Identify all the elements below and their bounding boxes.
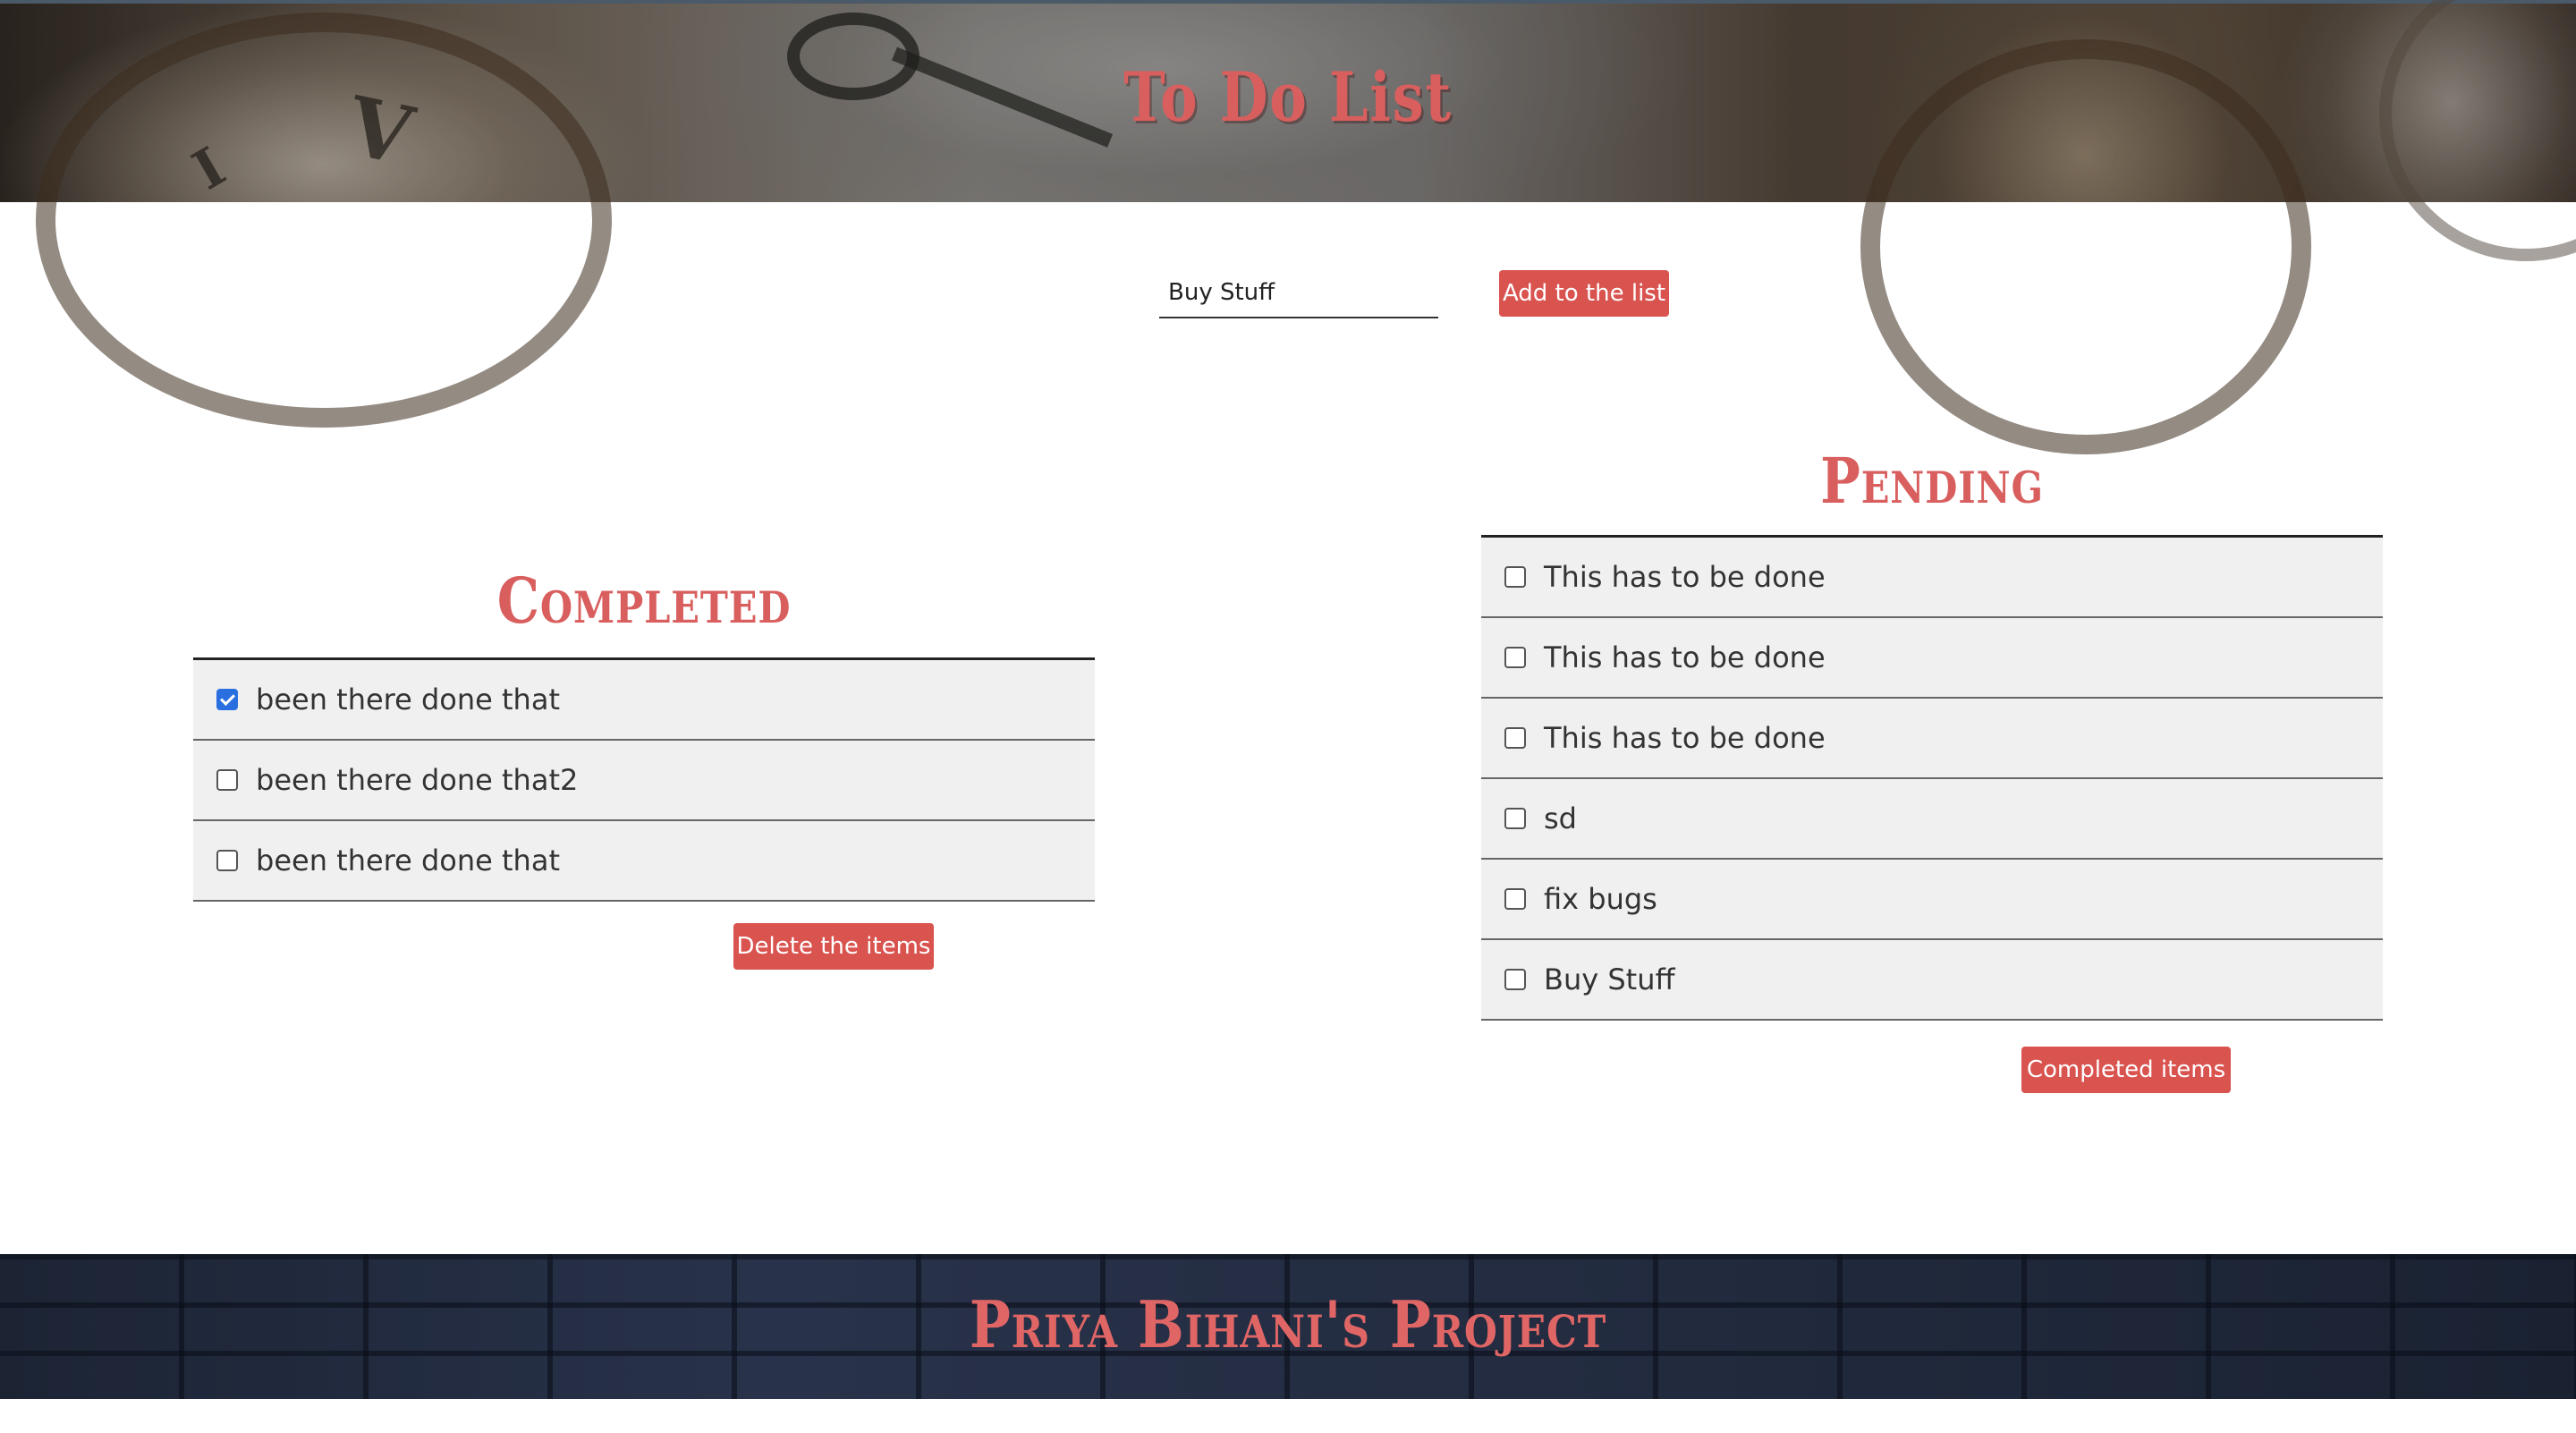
delete-items-button[interactable]: Delete the items [733, 923, 934, 970]
footer-credit: Priya Bihani's Project [969, 1286, 1607, 1362]
clock-image [2379, 0, 2576, 261]
item-label: sd [1544, 801, 1577, 835]
completed-list-item[interactable]: been there done that [193, 821, 1095, 902]
completed-heading: Completed [496, 564, 792, 638]
item-checkbox[interactable] [1504, 888, 1526, 910]
item-label: fix bugs [1544, 882, 1657, 916]
pending-heading: Pending [1820, 444, 2044, 518]
item-label: This has to be done [1544, 560, 1826, 594]
pending-list-item[interactable]: This has to be done [1481, 538, 2383, 618]
item-checkbox[interactable] [1504, 647, 1526, 668]
item-checkbox[interactable] [216, 850, 238, 871]
item-label: been there done that2 [256, 763, 579, 797]
item-checkbox[interactable] [1504, 969, 1526, 990]
completed-items-button[interactable]: Completed items [2021, 1047, 2231, 1093]
item-checkbox[interactable] [1504, 566, 1526, 588]
completed-list-item[interactable]: been there done that2 [193, 741, 1095, 821]
page-title: To Do List [1123, 57, 1453, 137]
new-item-input[interactable] [1159, 268, 1438, 318]
completed-list: been there done that been there done tha… [193, 657, 1095, 902]
item-checkbox[interactable] [216, 689, 238, 710]
pending-list-item[interactable]: fix bugs [1481, 860, 2383, 940]
item-checkbox[interactable] [1504, 808, 1526, 829]
item-label: Buy Stuff [1544, 962, 1675, 996]
header-banner: V I To Do List [0, 0, 2576, 454]
pending-list: This has to be done This has to be done … [1481, 535, 2383, 1021]
item-label: been there done that [256, 844, 560, 878]
footer-banner: Priya Bihani's Project [0, 1254, 2576, 1399]
item-label: been there done that [256, 683, 560, 716]
pending-list-item[interactable]: sd [1481, 779, 2383, 860]
item-checkbox[interactable] [1504, 727, 1526, 749]
completed-list-item[interactable]: been there done that [193, 660, 1095, 741]
item-checkbox[interactable] [216, 769, 238, 791]
add-to-list-button[interactable]: Add to the list [1499, 270, 1669, 317]
pending-list-item[interactable]: This has to be done [1481, 618, 2383, 699]
item-label: This has to be done [1544, 640, 1826, 674]
pending-list-item[interactable]: Buy Stuff [1481, 940, 2383, 1021]
pending-list-item[interactable]: This has to be done [1481, 699, 2383, 779]
item-label: This has to be done [1544, 721, 1826, 755]
